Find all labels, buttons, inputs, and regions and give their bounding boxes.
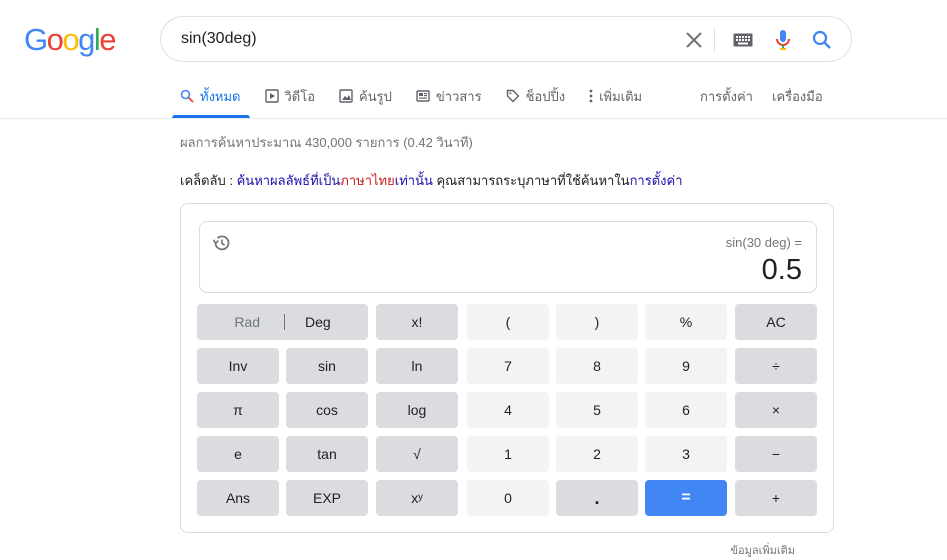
- video-icon: [264, 89, 279, 103]
- search-tabs: ทั้งหมด วิดีโอ ค้นรูป ข่าวสาร ช็อปปิ้ง เ…: [180, 86, 666, 118]
- search-icon[interactable]: [810, 28, 834, 52]
- tab-label: ช็อปปิ้ง: [525, 88, 566, 104]
- power-button[interactable]: xʸ: [376, 480, 458, 516]
- settings-tip-link[interactable]: การตั้งค่า: [630, 173, 683, 188]
- tab-videos[interactable]: วิดีโอ: [264, 86, 316, 106]
- more-vert-icon: [589, 89, 593, 103]
- tip-link-highlight: ภาษาไทย: [340, 173, 395, 188]
- result-stats: ผลการค้นหาประมาณ 430,000 รายการ (0.42 วิ…: [180, 135, 473, 150]
- digit-3-button[interactable]: 3: [645, 436, 727, 472]
- search-input[interactable]: [181, 27, 661, 51]
- log-button[interactable]: log: [376, 392, 458, 428]
- logo-letter: o: [46, 22, 64, 57]
- sqrt-button[interactable]: √: [376, 436, 458, 472]
- logo-letter: g: [78, 22, 95, 57]
- thai-only-link[interactable]: ค้นหาผลลัพธ์ที่เป็นภาษาไทยเท่านั้น: [237, 173, 433, 188]
- digit-7-button[interactable]: 7: [467, 348, 549, 384]
- pi-button[interactable]: π: [197, 392, 279, 428]
- keyboard-icon[interactable]: [731, 28, 755, 52]
- digit-6-button[interactable]: 6: [645, 392, 727, 428]
- tag-icon: [506, 89, 520, 103]
- image-icon: [339, 89, 353, 103]
- e-button[interactable]: e: [197, 436, 279, 472]
- percent-button[interactable]: %: [645, 304, 727, 340]
- tan-button[interactable]: tan: [286, 436, 368, 472]
- tools-link[interactable]: เครื่องมือ: [772, 86, 823, 106]
- tip-prefix: เคล็ดลับ :: [180, 173, 237, 188]
- logo-letter: o: [62, 22, 79, 57]
- calculator-card: sin(30 deg) = 0.5 Rad Deg x! ( ) % AC In…: [180, 203, 834, 533]
- tip-link-text: ค้นหาผลลัพธ์ที่เป็น: [236, 173, 341, 188]
- tab-more[interactable]: เพิ่มเติม: [589, 86, 642, 106]
- digit-0-button[interactable]: 0: [467, 480, 549, 516]
- tools-label: เครื่องมือ: [772, 88, 823, 104]
- equals-button[interactable]: =: [645, 480, 727, 516]
- logo-letter: e: [99, 22, 116, 57]
- cos-button[interactable]: cos: [286, 392, 368, 428]
- close-icon[interactable]: [682, 28, 706, 52]
- plus-button[interactable]: +: [735, 480, 817, 516]
- minus-button[interactable]: −: [735, 436, 817, 472]
- exp-button[interactable]: EXP: [286, 480, 368, 516]
- microphone-icon[interactable]: [771, 28, 795, 52]
- deg-option[interactable]: Deg: [305, 314, 331, 330]
- tip-link-text: เท่านั้น: [394, 173, 433, 188]
- tab-images[interactable]: ค้นรูป: [339, 86, 392, 106]
- tab-label: เพิ่มเติม: [599, 88, 643, 104]
- calculator-display: sin(30 deg) = 0.5: [199, 221, 817, 293]
- settings-label: การตั้งค่า: [700, 88, 753, 104]
- multiply-button[interactable]: ×: [735, 392, 817, 428]
- inverse-button[interactable]: Inv: [197, 348, 279, 384]
- rad-option[interactable]: Rad: [234, 314, 260, 330]
- tab-news[interactable]: ข่าวสาร: [416, 86, 482, 106]
- sin-button[interactable]: sin: [286, 348, 368, 384]
- search-box: [160, 16, 852, 62]
- news-icon: [416, 89, 430, 103]
- header-divider: [0, 118, 947, 119]
- tab-shopping[interactable]: ช็อปปิ้ง: [506, 86, 565, 106]
- logo-letter: G: [24, 22, 48, 57]
- open-paren-button[interactable]: (: [467, 304, 549, 340]
- tab-label: วิดีโอ: [284, 88, 316, 104]
- all-clear-button[interactable]: AC: [735, 304, 817, 340]
- divide-button[interactable]: ÷: [735, 348, 817, 384]
- digit-8-button[interactable]: 8: [556, 348, 638, 384]
- close-paren-button[interactable]: ): [556, 304, 638, 340]
- decimal-button[interactable]: .: [556, 480, 638, 516]
- more-info-link[interactable]: ข้อมูลเพิ่มเติม: [730, 541, 795, 559]
- calculator-expression: sin(30 deg) =: [725, 235, 802, 250]
- calculator-result: 0.5: [761, 254, 802, 286]
- tab-label: ค้นรูป: [359, 88, 392, 104]
- tip-middle: คุณสามารถระบุภาษาที่ใช้ค้นหาใน: [432, 173, 630, 188]
- tab-label: ข่าวสาร: [435, 88, 482, 104]
- mode-separator: [284, 314, 285, 330]
- tab-label: ทั้งหมด: [200, 88, 241, 104]
- search-divider: [714, 28, 715, 52]
- ln-button[interactable]: ln: [376, 348, 458, 384]
- digit-2-button[interactable]: 2: [556, 436, 638, 472]
- digit-1-button[interactable]: 1: [467, 436, 549, 472]
- settings-link[interactable]: การตั้งค่า: [700, 86, 753, 106]
- angle-mode-toggle[interactable]: Rad Deg: [197, 304, 368, 340]
- tab-all[interactable]: ทั้งหมด: [180, 86, 241, 106]
- history-icon[interactable]: [211, 233, 231, 258]
- language-tip: เคล็ดลับ : ค้นหาผลลัพธ์ที่เป็นภาษาไทยเท่…: [180, 170, 683, 191]
- digit-5-button[interactable]: 5: [556, 392, 638, 428]
- digit-9-button[interactable]: 9: [645, 348, 727, 384]
- ans-button[interactable]: Ans: [197, 480, 279, 516]
- search-icon: [180, 89, 194, 103]
- factorial-button[interactable]: x!: [376, 304, 458, 340]
- google-logo[interactable]: Google: [24, 22, 116, 58]
- digit-4-button[interactable]: 4: [467, 392, 549, 428]
